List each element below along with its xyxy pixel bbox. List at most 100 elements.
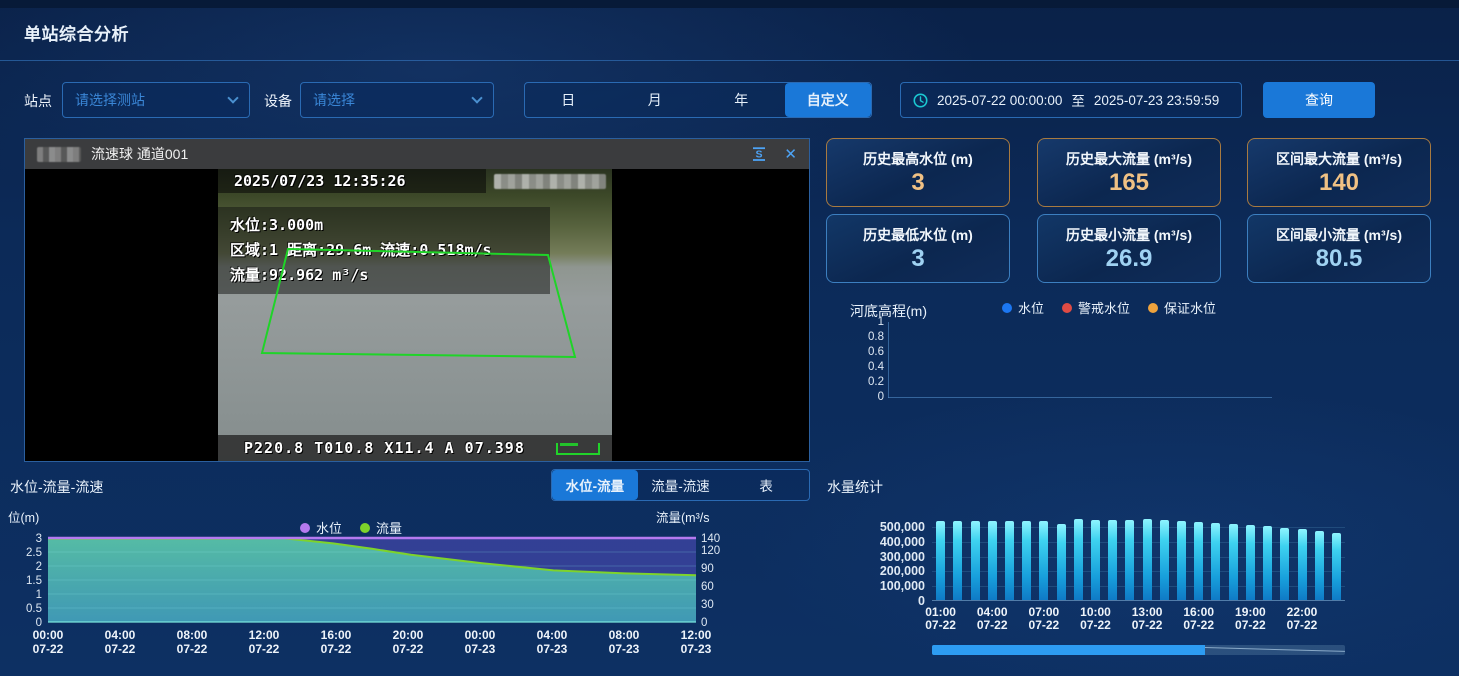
close-icon[interactable]: ✕: [784, 145, 797, 163]
video-title: 流速球 通道001: [91, 144, 188, 164]
stat-label: 历史最高水位 (m): [863, 149, 973, 169]
x-tick-label: 19:0007-22: [1224, 606, 1276, 632]
volume-bar: [1332, 533, 1341, 600]
station-label: 站点: [24, 91, 52, 111]
measure-region-overlay: [218, 169, 612, 461]
volume-bar: [1057, 524, 1066, 600]
x-tick-label: 22:0007-22: [1276, 606, 1328, 632]
x-tick-label: 00:0007-22: [33, 628, 64, 656]
period-tab-month[interactable]: 月: [612, 83, 699, 117]
stat-card-1: 历史最大流量 (m³/s)165: [1037, 138, 1221, 207]
x-tick-label: 12:0007-22: [249, 628, 280, 656]
axis-tick-label: 90: [701, 563, 714, 575]
volume-bar: [1005, 521, 1014, 600]
volume-bar: [1160, 520, 1169, 600]
video-panel: 流速球 通道001 S ✕ 2025/07/23 12:35:26 水位:3.0…: [24, 138, 810, 462]
datazoom-fill: [932, 645, 1205, 655]
axis-tick-label: 200,000: [850, 564, 925, 578]
period-tab-day[interactable]: 日: [525, 83, 612, 117]
axis-tick-label: 500,000: [850, 520, 925, 534]
date-range-picker[interactable]: 2025-07-22 00:00:00 至 2025-07-23 23:59:5…: [900, 82, 1242, 118]
chevron-down-icon: [227, 92, 238, 103]
stream-switch-icon[interactable]: S: [750, 145, 768, 163]
volume-bar: [1229, 524, 1238, 600]
stat-label: 区间最小流量 (m³/s): [1276, 225, 1402, 245]
video-frame: 2025/07/23 12:35:26 水位:3.000m区域:1 距离:29.…: [218, 169, 612, 461]
volume-title: 水量统计: [827, 477, 883, 497]
tab-level-flow[interactable]: 水位-流量: [552, 470, 638, 500]
x-tick-label: 07:0007-22: [1018, 606, 1070, 632]
stat-label: 区间最大流量 (m³/s): [1276, 149, 1402, 169]
legend-item-水位: 水位: [1002, 298, 1044, 317]
device-select[interactable]: 请选择: [300, 82, 494, 118]
stat-card-4: 历史最小流量 (m³/s)26.9: [1037, 214, 1221, 283]
volume-bar: [988, 521, 997, 600]
svg-text:S: S: [756, 149, 763, 161]
axis-tick-label: 120: [701, 545, 720, 557]
legend-dot: [1002, 303, 1012, 313]
top-strip: [0, 0, 1459, 8]
period-tab-custom[interactable]: 自定义: [785, 83, 872, 117]
volume-bar: [936, 521, 945, 600]
tab-table[interactable]: 表: [723, 470, 809, 500]
tab-flow-velocity[interactable]: 流量-流速: [638, 470, 724, 500]
redacted-device-name: [37, 147, 81, 162]
query-button[interactable]: 查询: [1263, 82, 1375, 118]
level-flow-title: 水位-流量-流速: [10, 477, 103, 497]
legend-label: 保证水位: [1164, 298, 1216, 317]
axis-tick-label: 30: [701, 599, 714, 611]
page-title: 单站综合分析: [24, 20, 129, 45]
x-tick-label: 13:0007-22: [1121, 606, 1173, 632]
period-tab-group: 日月年自定义: [524, 82, 872, 118]
axis-tick-label: 2.5: [26, 547, 42, 559]
volume-bar: [1315, 531, 1324, 600]
period-tab-year[interactable]: 年: [698, 83, 785, 117]
stat-card-3: 历史最低水位 (m)3: [826, 214, 1010, 283]
video-viewport: 2025/07/23 12:35:26 水位:3.000m区域:1 距离:29.…: [25, 169, 809, 461]
device-placeholder: 请选择: [313, 90, 355, 110]
stat-value: 165: [1109, 170, 1149, 196]
x-tick-label: 01:0007-22: [915, 606, 967, 632]
volume-bar: [1263, 526, 1272, 600]
stat-value: 3: [911, 170, 924, 196]
datazoom-slider[interactable]: [932, 645, 1345, 655]
volume-bar: [1022, 521, 1031, 600]
osd-status-bar: P220.8 T010.8 X11.4 A 07.398: [218, 435, 612, 461]
stat-value: 140: [1319, 170, 1359, 196]
volume-x-axis-line: [932, 600, 1345, 601]
x-tick-label: 00:0007-23: [465, 628, 496, 656]
station-select[interactable]: 请选择测站: [62, 82, 250, 118]
single-station-analysis-page: 单站综合分析 站点 请选择测站 设备 请选择 日月年自定义 2025-07-22…: [0, 0, 1459, 676]
x-tick-label: 16:0007-22: [1173, 606, 1225, 632]
x-tick-label: 20:0007-22: [393, 628, 424, 656]
volume-bar: [1194, 522, 1203, 600]
stats-grid: 历史最高水位 (m)3历史最大流量 (m³/s)165区间最大流量 (m³/s)…: [826, 138, 1435, 283]
date-start: 2025-07-22 00:00:00: [937, 93, 1062, 108]
legend-label: 警戒水位: [1078, 298, 1130, 317]
riverbed-x-axis-line: [888, 397, 1272, 398]
volume-bar: [1143, 519, 1152, 600]
volume-bar: [1211, 523, 1220, 600]
axis-tick-label: 0.8: [838, 330, 884, 344]
volume-bar: [1280, 528, 1289, 601]
volume-chart: 水量统计 500,000400,000300,000200,000100,000…: [820, 465, 1459, 676]
legend-dot: [1148, 303, 1158, 313]
stat-card-0: 历史最高水位 (m)3: [826, 138, 1010, 207]
x-tick-label: 04:0007-23: [537, 628, 568, 656]
x-tick-label: 08:0007-23: [609, 628, 640, 656]
volume-bar: [1246, 525, 1255, 600]
stat-label: 历史最低水位 (m): [863, 225, 973, 245]
date-end: 2025-07-23 23:59:59: [1094, 93, 1219, 108]
axis-tick-label: 0.2: [838, 375, 884, 389]
device-label: 设备: [264, 91, 292, 111]
volume-bar: [1091, 520, 1100, 600]
stat-value: 3: [911, 246, 924, 272]
level-flow-plot: 32.521.510.50140120906030000:0007-2204:0…: [0, 505, 760, 676]
level-flow-chart: 位(m) 流量(m³/s 水位流量 32.521.510.50140120906…: [0, 505, 760, 676]
header-divider: [0, 60, 1459, 61]
axis-tick-label: 140: [701, 533, 720, 545]
date-separator: 至: [1071, 90, 1085, 110]
axis-tick-label: 1.5: [26, 575, 42, 587]
axis-tick-label: 2: [36, 561, 42, 573]
legend-dot: [1062, 303, 1072, 313]
